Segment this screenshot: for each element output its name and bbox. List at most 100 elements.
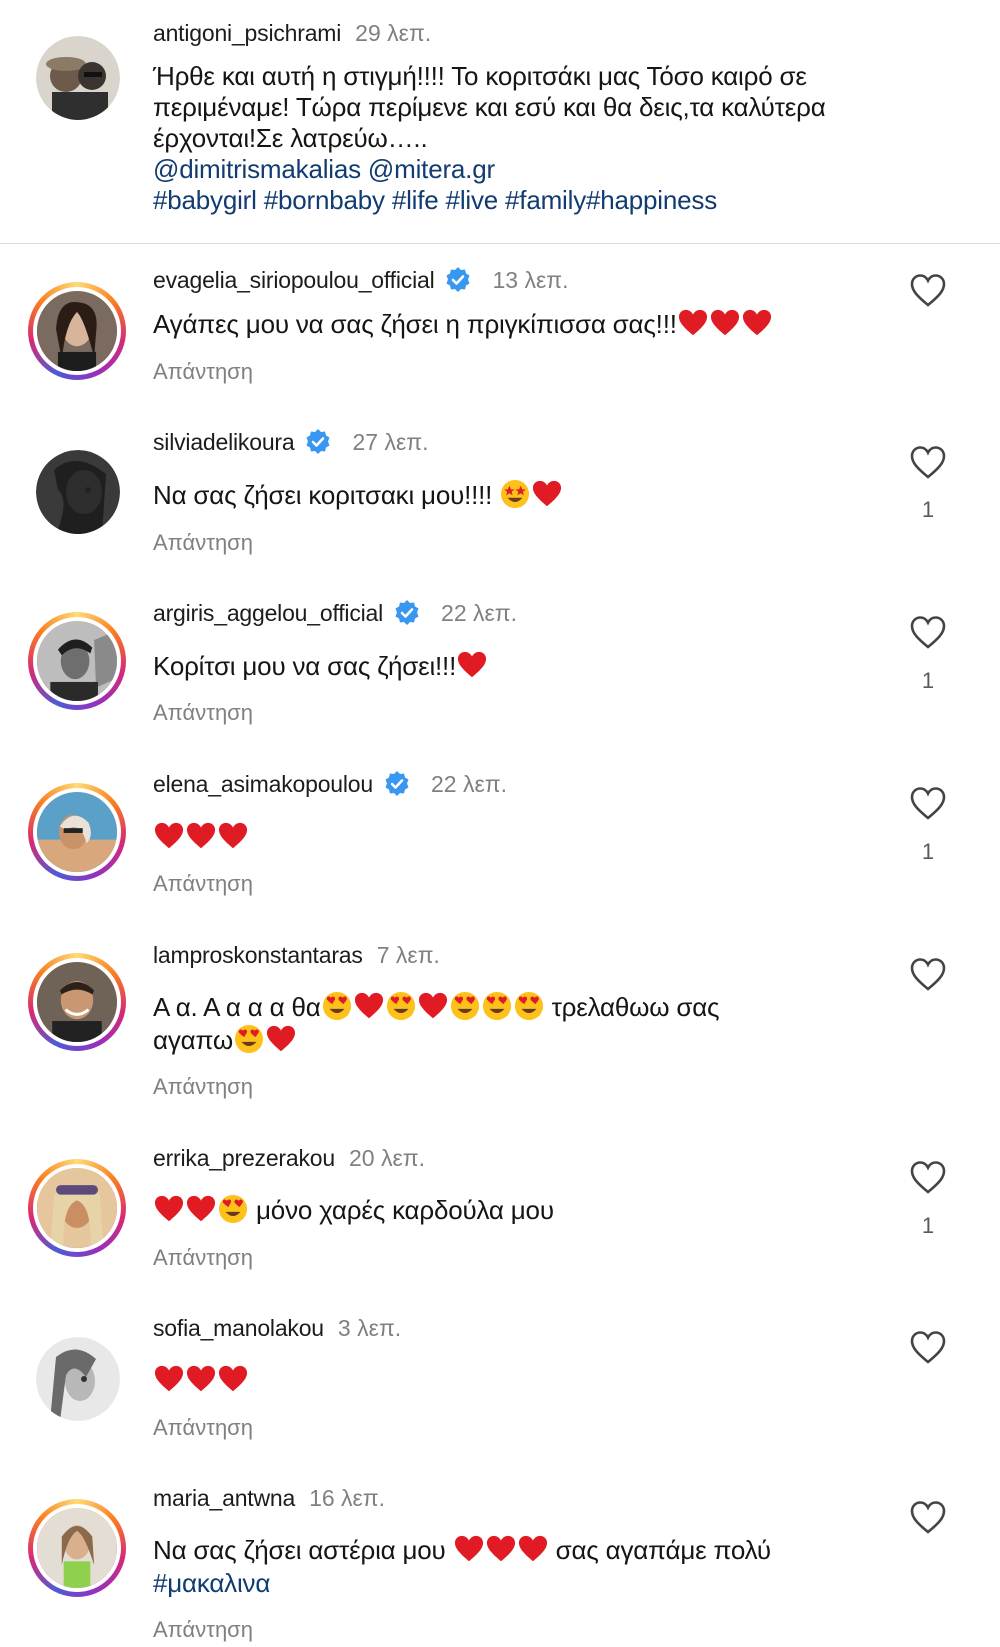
heart-eyes-icon: [386, 991, 416, 1021]
verified-badge-icon: [444, 266, 472, 294]
red-heart-icon: [354, 991, 384, 1021]
comment-timestamp: 16 λεπ.: [309, 1485, 386, 1511]
red-heart-icon: [186, 1364, 216, 1394]
emoji-group: [153, 1365, 249, 1395]
reply-button[interactable]: Απάντηση: [153, 530, 253, 556]
caption-text-line: έρχονται!Σε λατρεύω…..: [153, 123, 428, 153]
caption-text-line: περιμέναμε! Τώρα περίμενε και εσύ και θα…: [153, 92, 826, 122]
comment-text: Κορίτσι μου να σας ζήσει!!!: [153, 650, 488, 683]
comment-text: [153, 1364, 249, 1397]
caption-mentions[interactable]: @dimitrismakalias @mitera.gr: [153, 153, 495, 186]
comment-text-part: Να σας ζήσει κοριτσακι μου!!!!: [153, 480, 500, 510]
commenter-avatar[interactable]: [28, 612, 126, 710]
caption-username[interactable]: antigoni_psichrami: [153, 20, 341, 47]
caption-hashtags[interactable]: #babygirl #bornbaby #life #live #family#…: [153, 184, 717, 217]
comment-timestamp: 22 λεπ.: [430, 770, 507, 797]
verified-badge-icon: [304, 428, 332, 456]
heart-outline-icon[interactable]: [909, 956, 947, 994]
caption-text-line: Ήρθε και αυτή η στιγμή!!!! Το κοριτσάκι …: [153, 61, 807, 91]
heart-eyes-icon: [450, 991, 480, 1021]
emoji-group: [233, 1024, 297, 1055]
commenter-avatar[interactable]: [28, 783, 126, 881]
comment-text: Αγάπες μου να σας ζήσει η πριγκίπισσα σα…: [153, 308, 773, 341]
red-heart-icon: [218, 1364, 248, 1394]
red-heart-icon: [154, 1364, 184, 1394]
commenter-avatar[interactable]: [28, 1499, 126, 1597]
reply-button[interactable]: Απάντηση: [153, 700, 253, 726]
red-heart-icon: [457, 650, 487, 680]
emoji-group: [453, 1535, 549, 1565]
red-heart-icon: [218, 821, 248, 851]
comment-username[interactable]: elena_asimakopoulou: [153, 771, 373, 798]
red-heart-icon: [678, 308, 708, 338]
comment-text-part: Αγάπες μου να σας ζήσει η πριγκίπισσα σα…: [153, 309, 677, 339]
red-heart-icon: [532, 479, 562, 509]
comment-hashtag[interactable]: #μακαλινα: [153, 1567, 270, 1600]
red-heart-icon: [518, 1534, 548, 1564]
heart-outline-icon[interactable]: [909, 1329, 947, 1367]
caption-timestamp: 29 λεπ.: [355, 20, 432, 46]
commenter-avatar[interactable]: [28, 282, 126, 380]
red-heart-icon: [418, 991, 448, 1021]
like-count: 1: [921, 1213, 935, 1238]
like-count: 1: [921, 497, 935, 522]
comment-timestamp: 20 λεπ.: [348, 1145, 425, 1171]
comment-username[interactable]: maria_antwna: [153, 1485, 295, 1512]
caption-author-avatar[interactable]: [36, 36, 120, 120]
red-heart-icon: [186, 821, 216, 851]
reply-button[interactable]: Απάντηση: [153, 1617, 253, 1643]
heart-eyes-icon: [482, 991, 512, 1021]
comment-timestamp: 27 λεπ.: [352, 428, 429, 455]
heart-outline-icon[interactable]: [909, 1159, 947, 1197]
comment-text: Να σας ζήσει κοριτσακι μου!!!!: [153, 479, 563, 512]
comment-text-part: αγαπω: [153, 1025, 233, 1055]
red-heart-icon: [710, 308, 740, 338]
reply-button[interactable]: Απάντηση: [153, 1245, 253, 1271]
reply-button[interactable]: Απάντηση: [153, 359, 253, 385]
red-heart-icon: [186, 1194, 216, 1224]
heart-eyes-icon: [322, 991, 352, 1021]
comment-text-part: Κορίτσι μου να σας ζήσει!!!: [153, 651, 457, 681]
red-heart-icon: [154, 821, 184, 851]
heart-eyes-icon: [218, 1194, 248, 1224]
comment-text-part: σας αγαπάμε πολύ: [548, 1535, 771, 1565]
comment-username[interactable]: errika_prezerakou: [153, 1145, 335, 1172]
comment-text-part: Να σας ζήσει αστέρια μου: [153, 1535, 453, 1565]
heart-eyes-icon: [514, 991, 544, 1021]
comment-text-part: μόνο χαρές καρδούλα μου: [249, 1195, 554, 1225]
divider: [0, 243, 1000, 244]
red-heart-icon: [486, 1534, 516, 1564]
verified-badge-icon: [393, 599, 421, 627]
reply-button[interactable]: Απάντηση: [153, 871, 253, 897]
commenter-avatar[interactable]: [28, 953, 126, 1051]
red-heart-icon: [742, 308, 772, 338]
commenter-avatar[interactable]: [36, 450, 120, 534]
emoji-group: [456, 651, 488, 681]
comment-text: Να σας ζήσει αστέρια μου σας αγαπάμε πολ…: [153, 1534, 771, 1567]
commenter-avatar[interactable]: [36, 1337, 120, 1421]
heart-outline-icon[interactable]: [909, 614, 947, 652]
reply-button[interactable]: Απάντηση: [153, 1074, 253, 1100]
star-struck-icon: [500, 479, 530, 509]
comment-timestamp: 22 λεπ.: [441, 599, 518, 626]
heart-outline-icon[interactable]: [909, 1499, 947, 1537]
commenter-avatar[interactable]: [28, 1159, 126, 1257]
heart-eyes-icon: [234, 1024, 264, 1054]
comment-text: μόνο χαρές καρδούλα μου: [153, 1194, 554, 1227]
comment-username[interactable]: silviadelikoura: [153, 429, 295, 456]
heart-outline-icon[interactable]: [909, 444, 947, 482]
heart-outline-icon[interactable]: [909, 272, 947, 310]
emoji-group: [321, 991, 545, 1022]
comment-username[interactable]: evagelia_siriopoulou_official: [153, 267, 435, 294]
comment-timestamp: 13 λεπ.: [492, 266, 569, 293]
comment-text-part: τρελαθωω σας: [544, 992, 720, 1022]
comment-username[interactable]: argiris_aggelou_official: [153, 600, 383, 627]
comment-text: αγαπω: [153, 1024, 297, 1057]
emoji-group: [499, 479, 563, 510]
like-count: 1: [921, 668, 935, 693]
red-heart-icon: [454, 1534, 484, 1564]
reply-button[interactable]: Απάντηση: [153, 1415, 253, 1441]
heart-outline-icon[interactable]: [909, 785, 947, 823]
comment-username[interactable]: sofia_manolakou: [153, 1315, 324, 1342]
comment-username[interactable]: lamproskonstantaras: [153, 942, 363, 969]
